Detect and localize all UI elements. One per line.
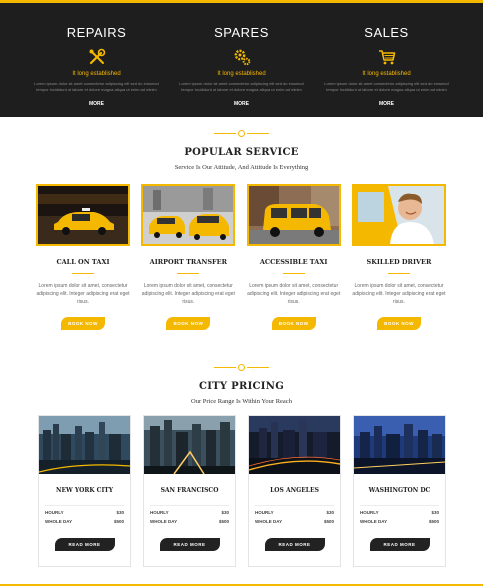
service-card-skilled-driver: SKILLED DRIVER Lorem ipsum dolor sit ame… <box>351 184 446 330</box>
hourly-price-row: HOURLY $30 <box>39 510 130 515</box>
city-divider <box>360 505 439 506</box>
whole-day-label: WHOLE DAY <box>45 519 73 524</box>
spares-column: SPARES It long established Lorem ipsum d… <box>177 3 307 117</box>
hourly-price-row: HOURLY $30 <box>249 510 340 515</box>
city-divider <box>255 505 334 506</box>
section-divider <box>0 363 483 371</box>
city-card-new-york: NEW YORK CITY HOURLY $30 WHOLE DAY $500 RE… <box>38 415 131 567</box>
city-pricing-list: NEW YORK CITY HOURLY $30 WHOLE DAY $500 RE… <box>38 415 446 567</box>
hourly-label: HOURLY <box>150 510 169 515</box>
city-divider <box>150 505 229 506</box>
top-services-band: REPAIRS It long established Lorem ipsum … <box>0 3 483 117</box>
spares-text: Lorem ipsum dolor sit amet consectetur a… <box>179 81 304 92</box>
whole-day-price: $500 <box>428 519 439 524</box>
service-description: Lorem ipsum dolor sit amet, consectetur … <box>352 283 446 305</box>
whole-day-price-row: WHOLE DAY $500 <box>354 519 445 524</box>
city-name: LOS ANGELES <box>270 487 319 494</box>
hourly-price: $30 <box>326 510 334 515</box>
whole-day-price: $500 <box>323 519 334 524</box>
whole-day-price: $500 <box>218 519 229 524</box>
sales-more-link[interactable]: MORE <box>379 101 394 107</box>
service-card-accessible-taxi: ACCESSIBLE TAXI Lorem ipsum dolor sit am… <box>246 184 341 330</box>
service-name: SKILLED DRIVER <box>366 258 432 266</box>
service-underline <box>72 273 94 274</box>
book-now-button[interactable]: BOOK NOW <box>61 317 105 330</box>
spares-subtitle: It long established <box>217 71 266 77</box>
city-divider <box>45 505 124 506</box>
hourly-price: $30 <box>116 510 124 515</box>
hourly-label: HOURLY <box>45 510 64 515</box>
read-more-button[interactable]: READ MORE <box>54 538 115 551</box>
tools-icon <box>32 48 162 68</box>
service-name: ACCESSIBLE TAXI <box>259 258 328 266</box>
repairs-more-link[interactable]: MORE <box>89 101 104 107</box>
hourly-label: HOURLY <box>360 510 379 515</box>
service-description: Lorem ipsum dolor sit amet, consectetur … <box>36 283 130 305</box>
section-divider <box>0 129 483 137</box>
whole-day-price-row: WHOLE DAY $500 <box>39 519 130 524</box>
washington-dc-skyline-image <box>354 416 445 474</box>
repairs-subtitle: It long established <box>72 71 121 77</box>
whole-day-price-row: WHOLE DAY $500 <box>144 519 235 524</box>
read-more-button[interactable]: READ MORE <box>159 538 220 551</box>
driver-portrait-image <box>351 184 446 246</box>
hourly-price-row: HOURLY $30 <box>354 510 445 515</box>
cart-icon <box>322 48 452 68</box>
city-pricing-header: CITY PRICING Our Price Range Is Within Y… <box>0 363 483 405</box>
read-more-button[interactable]: READ MORE <box>369 538 430 551</box>
hourly-price: $30 <box>221 510 229 515</box>
sales-subtitle: It long established <box>362 71 411 77</box>
city-card-san-francisco: SAN FRANCISCO HOURLY $30 WHOLE DAY $500 RE… <box>143 415 236 567</box>
hourly-label: HOURLY <box>255 510 274 515</box>
los-angeles-skyline-image <box>249 416 340 474</box>
whole-day-label: WHOLE DAY <box>150 519 178 524</box>
spares-more-link[interactable]: MORE <box>234 101 249 107</box>
repairs-title: REPAIRS <box>66 25 127 40</box>
city-card-los-angeles: LOS ANGELES HOURLY $30 WHOLE DAY $500 READ… <box>248 415 341 567</box>
read-more-button[interactable]: READ MORE <box>264 538 325 551</box>
book-now-button[interactable]: BOOK NOW <box>271 317 316 330</box>
whole-day-label: WHOLE DAY <box>360 519 388 524</box>
sales-column: SALES It long established Lorem ipsum do… <box>322 3 452 117</box>
spares-title: SPARES <box>214 25 269 40</box>
city-pricing-subtitle: Our Price Range Is Within Your Reach <box>191 398 292 405</box>
service-underline <box>177 273 200 274</box>
service-description: Lorem ipsum dolor sit amet, consectetur … <box>247 283 341 305</box>
taxi-street-image <box>141 184 236 246</box>
service-card-airport-transfer: AIRPORT TRANSFER Lorem ipsum dolor sit a… <box>141 184 236 330</box>
service-underline <box>387 273 410 274</box>
city-name: NEW YORK CITY <box>55 487 113 494</box>
service-card-call-on-taxi: CALL ON TAXI Lorem ipsum dolor sit amet,… <box>36 184 130 330</box>
popular-services-list: CALL ON TAXI Lorem ipsum dolor sit amet,… <box>36 184 446 330</box>
service-name: CALL ON TAXI <box>56 258 110 266</box>
city-name: SAN FRANCISCO <box>160 487 219 494</box>
sales-title: SALES <box>364 25 409 40</box>
new-york-skyline-image <box>39 416 130 474</box>
city-card-washington-dc: WASHINGTON DC HOURLY $30 WHOLE DAY $500 RE… <box>353 415 446 567</box>
accessible-taxi-image <box>246 184 341 246</box>
city-pricing-title: CITY PRICING <box>198 381 285 392</box>
popular-service-title: POPULAR SERVICE <box>184 147 299 158</box>
popular-service-header: POPULAR SERVICE Service Is Our Attitude,… <box>0 129 483 171</box>
hourly-price: $30 <box>431 510 439 515</box>
gears-icon <box>177 48 307 68</box>
popular-service-subtitle: Service Is Our Attitude, And Attitude Is… <box>174 164 309 171</box>
hourly-price-row: HOURLY $30 <box>144 510 235 515</box>
sales-text: Lorem ipsum dolor sit amet consectetur a… <box>324 81 449 92</box>
city-name: WASHINGTON DC <box>368 487 431 494</box>
book-now-button[interactable]: BOOK NOW <box>376 317 421 330</box>
repairs-column: REPAIRS It long established Lorem ipsum … <box>32 3 162 117</box>
whole-day-price: $500 <box>113 519 124 524</box>
service-underline <box>282 273 305 274</box>
whole-day-label: WHOLE DAY <box>255 519 283 524</box>
service-name: AIRPORT TRANSFER <box>149 258 227 266</box>
service-description: Lorem ipsum dolor sit amet, consectetur … <box>141 283 235 305</box>
book-now-button[interactable]: BOOK NOW <box>166 317 211 330</box>
taxi-night-image <box>36 184 130 246</box>
repairs-text: Lorem ipsum dolor sit amet consectetur a… <box>34 81 159 92</box>
whole-day-price-row: WHOLE DAY $500 <box>249 519 340 524</box>
san-francisco-skyline-image <box>144 416 235 474</box>
